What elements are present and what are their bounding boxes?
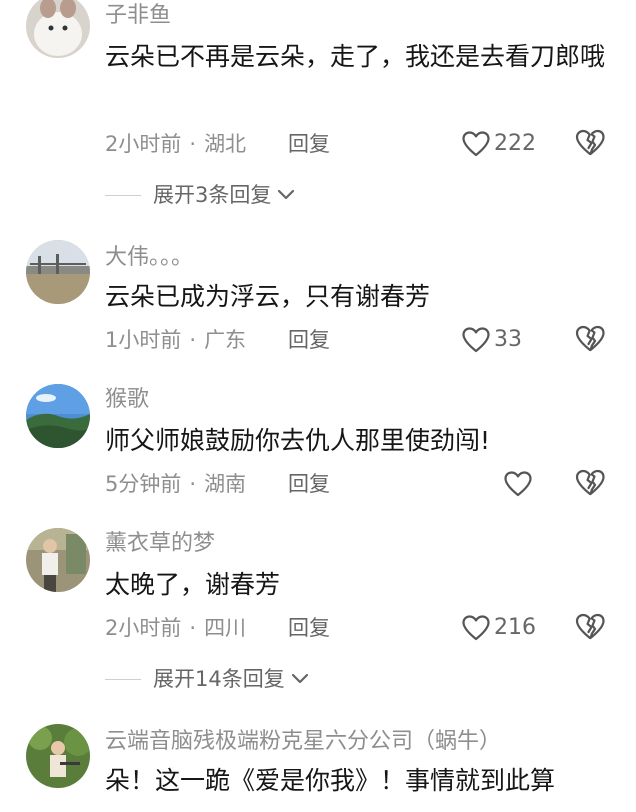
avatar[interactable] [26,0,90,58]
comment-username[interactable]: 云端音脑残极端粉克星六分公司（蜗牛） [105,728,501,756]
reply-button[interactable]: 回复 [288,130,330,158]
reply-button[interactable]: 回复 [288,326,330,354]
like-count: 216 [494,615,536,640]
meta-separator: · [189,328,197,352]
expand-replies-label: 展开14条回复 [153,667,285,691]
broken-heart-icon [575,129,605,156]
meta-separator: · [189,616,197,640]
reply-button[interactable]: 回复 [288,614,330,642]
like-button[interactable]: 33 [462,325,522,355]
comment-text: 师父师娘鼓励你去仇人那里使劲闯! [105,426,491,455]
chevron-down-icon [278,189,295,200]
meta-separator: · [189,472,197,496]
comment-time: 5分钟前 [105,472,182,496]
broken-heart-icon [575,325,605,352]
dislike-button[interactable] [575,613,605,643]
comment-username[interactable]: 薰衣草的梦 [105,530,215,558]
comment-location: 湖南 [204,472,247,496]
broken-heart-icon [575,469,605,496]
comment-text: 云朵已成为浮云，只有谢春芳 [105,282,431,311]
comment-username[interactable]: 猴歌 [105,386,149,414]
dislike-button[interactable] [575,469,605,499]
comment-meta: 2小时前 · 湖北 [105,130,246,158]
avatar[interactable] [26,240,90,304]
meta-separator: · [189,132,197,156]
heart-outline-icon [504,471,532,497]
comment-username[interactable]: 子非鱼 [105,2,171,30]
reply-button[interactable]: 回复 [288,470,330,498]
comment-text: 朵！这一跪《爱是你我》！事情就到此算 [105,766,556,795]
expand-divider [105,678,141,680]
comment-text: 太晚了，谢春芳 [105,570,281,599]
comment-time: 2小时前 [105,616,182,640]
expand-replies-label: 展开3条回复 [153,183,272,207]
comment-meta: 1小时前 · 广东 [105,326,246,354]
chevron-down-icon [291,673,308,684]
avatar[interactable] [26,384,90,448]
avatar[interactable] [26,724,90,788]
comment-location: 广东 [204,328,247,352]
expand-replies-button[interactable]: 展开14条回复 [105,664,309,694]
dislike-button[interactable] [575,325,605,355]
like-count: 33 [494,327,522,352]
expand-divider [105,194,141,196]
comment-location: 湖北 [204,132,247,156]
heart-outline-icon [462,327,490,353]
comment-username[interactable]: 大伟。。。 [105,244,193,272]
comment-meta: 5分钟前 · 湖南 [105,470,246,498]
comment-text: 云朵已不再是云朵，走了，我还是去看刀郎哦 [105,42,606,71]
comment-location: 四川 [204,616,247,640]
expand-replies-button[interactable]: 展开3条回复 [105,180,295,210]
like-button[interactable] [504,469,532,499]
like-count: 222 [494,131,536,156]
avatar[interactable] [26,528,90,592]
comment-time: 2小时前 [105,132,182,156]
comment-meta: 2小时前 · 四川 [105,614,246,642]
heart-outline-icon [462,615,490,641]
like-button[interactable]: 216 [462,613,536,643]
like-button[interactable]: 222 [462,129,536,159]
broken-heart-icon [575,613,605,640]
dislike-button[interactable] [575,129,605,159]
heart-outline-icon [462,131,490,157]
comment-time: 1小时前 [105,328,182,352]
comment-list: 子非鱼 云朵已不再是云朵，走了，我还是去看刀郎哦 2小时前 · 湖北 回复 222 … [0,0,636,812]
